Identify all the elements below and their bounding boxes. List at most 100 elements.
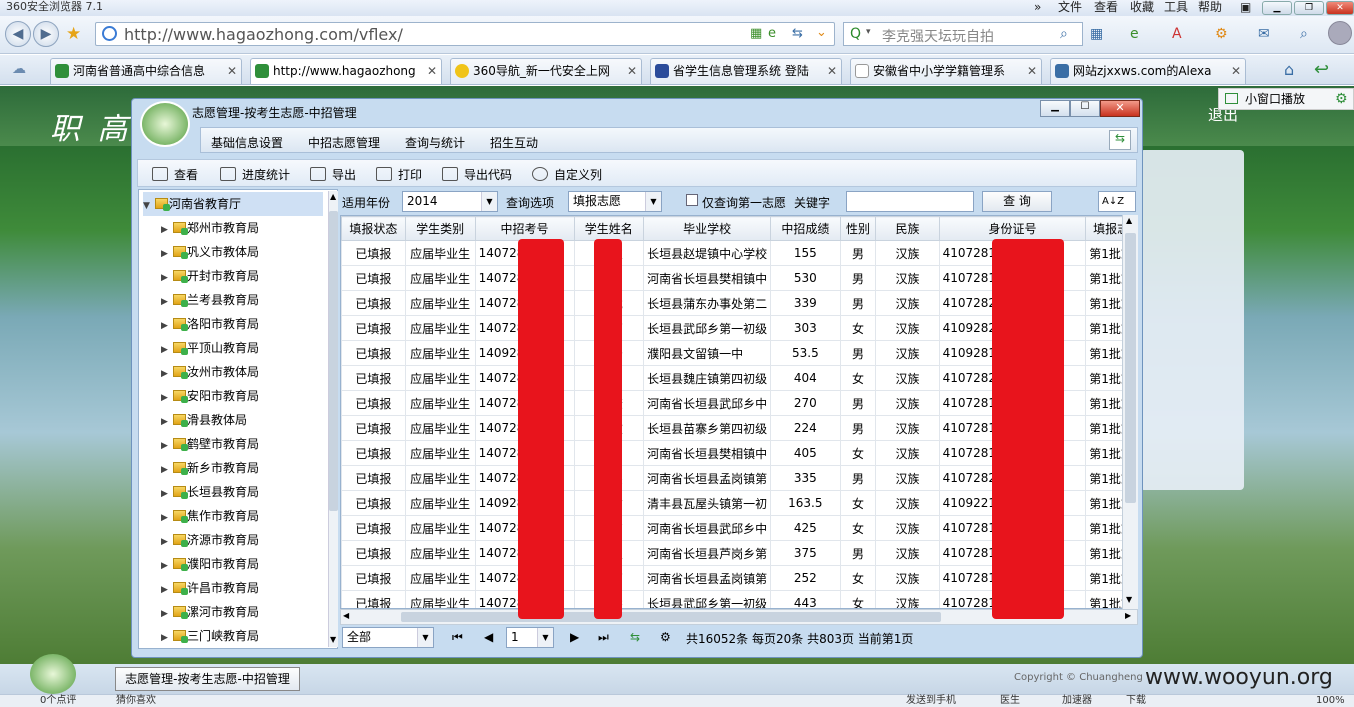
column-header[interactable]: 学生类别 (404, 216, 476, 241)
mail-icon[interactable]: ✉ (1258, 26, 1270, 42)
ie-mode-icon[interactable]: e (1130, 26, 1139, 42)
page-number-input[interactable]: 1 ▼ (506, 627, 554, 648)
view-button[interactable]: 查看 (152, 166, 198, 183)
expand-icon[interactable]: ▶ (161, 530, 173, 554)
expand-icon[interactable]: ▶ (161, 602, 173, 626)
tree-item[interactable]: ▶ 兰考县教育局 (161, 288, 259, 312)
tree-item[interactable]: ▶ 洛阳市教育局 (161, 312, 259, 336)
qr-icon[interactable]: ▦ (750, 26, 762, 41)
expand-icon[interactable]: ▶ (161, 410, 173, 434)
zoom-icon[interactable]: ⌕ (1300, 26, 1308, 42)
close-icon[interactable]: ✕ (627, 59, 637, 83)
tab-5[interactable]: 安徽省中小学学籍管理系 ✕ (850, 58, 1042, 84)
extension-icon[interactable]: ⚙ (1215, 26, 1228, 42)
column-header[interactable]: 填报状态 (341, 216, 406, 241)
menu-zhongzhao-management[interactable]: 中招志愿管理 (308, 134, 380, 151)
tree-item[interactable]: ▶ 新乡市教育局 (161, 456, 259, 480)
window-minimize-button[interactable]: ▁ (1040, 100, 1070, 117)
progress-stats-button[interactable]: 进度统计 (220, 166, 290, 183)
grid-vertical-scrollbar[interactable]: ▲ ▼ (1122, 215, 1138, 609)
close-icon[interactable]: ✕ (1027, 59, 1037, 83)
taskbar-window-button[interactable]: 志愿管理-按考生志愿-中招管理 (115, 667, 300, 691)
chevron-down-icon[interactable]: ▾ (866, 27, 871, 37)
tree-item[interactable]: ▶ 长垣县教育局 (161, 480, 259, 504)
search-icon[interactable]: ⌕ (1060, 26, 1068, 42)
status-zoom[interactable]: 100% (1316, 695, 1345, 707)
tree-item[interactable]: ▶ 鹤壁市教育局 (161, 432, 259, 456)
tree-item[interactable]: ▶ 三门峡教育局 (161, 624, 259, 648)
tab-4[interactable]: 省学生信息管理系统 登陆 ✕ (650, 58, 842, 84)
url-bar[interactable]: http://www.hagaozhong.com/vflex/ ▦ e ⇆ ⌄ (95, 22, 835, 46)
scope-select[interactable]: 全部 ▼ (342, 627, 434, 648)
scroll-thumb[interactable] (1125, 233, 1136, 503)
dropdown-icon[interactable]: ⌄ (816, 25, 827, 40)
tree-item[interactable]: ▶ 安阳市教育局 (161, 384, 259, 408)
close-button[interactable]: ✕ (1326, 1, 1354, 15)
url-text[interactable]: http://www.hagaozhong.com/vflex/ (124, 25, 403, 44)
query-button[interactable]: 查 询 (982, 191, 1052, 212)
tree-item[interactable]: ▶ 平顶山教育局 (161, 336, 259, 360)
last-page-icon[interactable]: ⏭ (598, 630, 609, 645)
tree-item[interactable]: ▶ 濮阳市教育局 (161, 552, 259, 576)
menu-file[interactable]: 文件 (1058, 0, 1082, 14)
scroll-thumb[interactable] (401, 612, 941, 622)
chevron-down-icon[interactable]: ▼ (537, 628, 553, 647)
menu-basic-settings[interactable]: 基础信息设置 (211, 134, 283, 151)
column-header[interactable]: 中招考号 (474, 216, 575, 241)
back-button[interactable]: ◀ (5, 21, 31, 47)
status-send-phone[interactable]: 发送到手机 (906, 695, 956, 707)
window-close-button[interactable]: ✕ (1100, 100, 1140, 117)
expand-icon[interactable]: ▶ (161, 242, 173, 266)
tab-6[interactable]: 网站zjxxws.com的Alexa ✕ (1050, 58, 1246, 84)
tree-item[interactable]: ▶ 济源市教育局 (161, 528, 259, 552)
gear-icon[interactable]: ⚙ (660, 630, 671, 644)
status-download[interactable]: 下载 (1126, 695, 1146, 707)
close-icon[interactable]: ✕ (427, 59, 437, 83)
tree-item[interactable]: ▶ 汝州市教体局 (161, 360, 259, 384)
scroll-right-icon[interactable]: ▶ (1125, 611, 1131, 620)
status-doctor[interactable]: 医生 (1000, 695, 1020, 707)
sort-button[interactable]: A↓Z (1098, 191, 1136, 212)
scroll-up-icon[interactable]: ▲ (1126, 216, 1132, 225)
close-icon[interactable]: ✕ (827, 59, 837, 83)
refresh-icon[interactable]: ⇆ (792, 26, 803, 41)
tree-root[interactable]: ▼ 河南省教育厅 (143, 192, 323, 216)
print-button[interactable]: 打印 (376, 166, 422, 183)
export-button[interactable]: 导出 (310, 166, 356, 183)
ie-icon[interactable]: e (768, 26, 776, 41)
search-box[interactable]: Q ▾ 李克强天坛玩自拍 (843, 22, 1083, 46)
scroll-down-icon[interactable]: ▼ (330, 635, 336, 644)
year-select[interactable]: 2014 ▼ (402, 191, 498, 212)
chevron-down-icon[interactable]: ▼ (645, 192, 661, 211)
menu-help[interactable]: 帮助 (1198, 0, 1222, 14)
popup-play-button[interactable]: 小窗口播放 ⚙ (1218, 88, 1354, 110)
scroll-up-icon[interactable]: ▲ (330, 192, 336, 201)
query-option-select[interactable]: 填报志愿 ▼ (568, 191, 662, 212)
tab-1[interactable]: 河南省普通高中综合信息 ✕ (50, 58, 242, 84)
tree-scrollbar[interactable]: ▲ ▼ (328, 191, 338, 647)
scroll-down-icon[interactable]: ▼ (1126, 595, 1132, 604)
expand-icon[interactable]: ▶ (161, 506, 173, 530)
undo-icon[interactable]: ↩ (1314, 59, 1329, 80)
column-header[interactable]: 身份证号 (938, 216, 1087, 241)
expand-icon[interactable]: ▶ (161, 458, 173, 482)
expand-icon[interactable]: ▶ (161, 290, 173, 314)
column-header[interactable]: 民族 (875, 216, 940, 241)
expand-icon[interactable]: ▶ (161, 386, 173, 410)
gear-icon[interactable]: ⚙ (1335, 89, 1348, 109)
translate-icon[interactable]: A (1172, 26, 1182, 42)
chevron-double-icon[interactable]: » (1034, 0, 1041, 14)
expand-icon[interactable]: ▶ (161, 578, 173, 602)
forward-button[interactable]: ▶ (33, 21, 59, 47)
expand-icon[interactable]: ▶ (161, 482, 173, 506)
expand-icon[interactable]: ▶ (161, 434, 173, 458)
minimize-button[interactable]: ▁ (1262, 1, 1292, 15)
next-page-icon[interactable]: ▶ (570, 630, 579, 644)
column-header[interactable]: 性别 (839, 216, 877, 241)
menu-query-stats[interactable]: 查询与统计 (405, 134, 465, 151)
tree-item[interactable]: ▶ 滑县教体局 (161, 408, 247, 432)
close-icon[interactable]: ✕ (227, 59, 237, 83)
menu-favorites[interactable]: 收藏 (1130, 0, 1154, 14)
expand-icon[interactable]: ▶ (161, 218, 173, 242)
status-comments[interactable]: 0个点评 (40, 695, 76, 707)
